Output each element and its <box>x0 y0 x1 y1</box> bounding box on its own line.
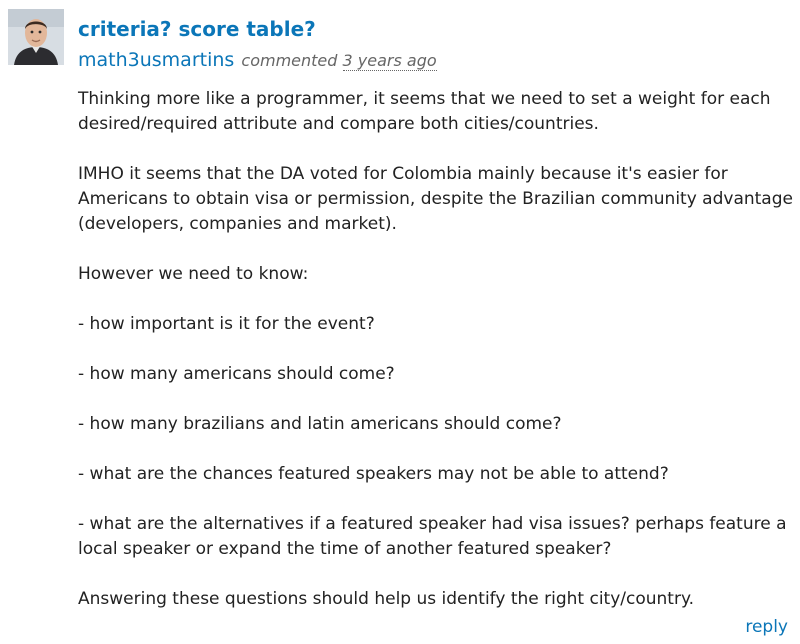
comment-paragraph: Thinking more like a programmer, it seem… <box>78 89 771 134</box>
comment-paragraph: However we need to know: <box>78 264 309 284</box>
comment-title-link[interactable]: criteria? score table? <box>78 16 316 42</box>
comment-paragraph: Answering these questions should help us… <box>78 589 694 609</box>
comment-paragraph: IMHO it seems that the DA voted for Colo… <box>78 164 793 234</box>
avatar[interactable] <box>8 9 64 65</box>
comment-list-item: - how important is it for the event? <box>78 314 375 334</box>
reply-link[interactable]: reply <box>745 615 788 639</box>
user-photo-icon <box>8 9 64 65</box>
comment-action-text: commented <box>241 51 338 70</box>
comment-list-item: - what are the chances featured speakers… <box>78 464 669 484</box>
comment-list-item: - how many americans should come? <box>78 364 395 384</box>
comment-meta: math3usmartins commented 3 years ago <box>78 48 437 73</box>
comment-list-item: - what are the alternatives if a feature… <box>78 514 787 559</box>
comment-timestamp[interactable]: 3 years ago <box>342 51 437 71</box>
comment-body: Thinking more like a programmer, it seem… <box>78 87 800 637</box>
comment-list-item: - how many brazilians and latin american… <box>78 414 562 434</box>
author-link[interactable]: math3usmartins <box>78 49 234 71</box>
